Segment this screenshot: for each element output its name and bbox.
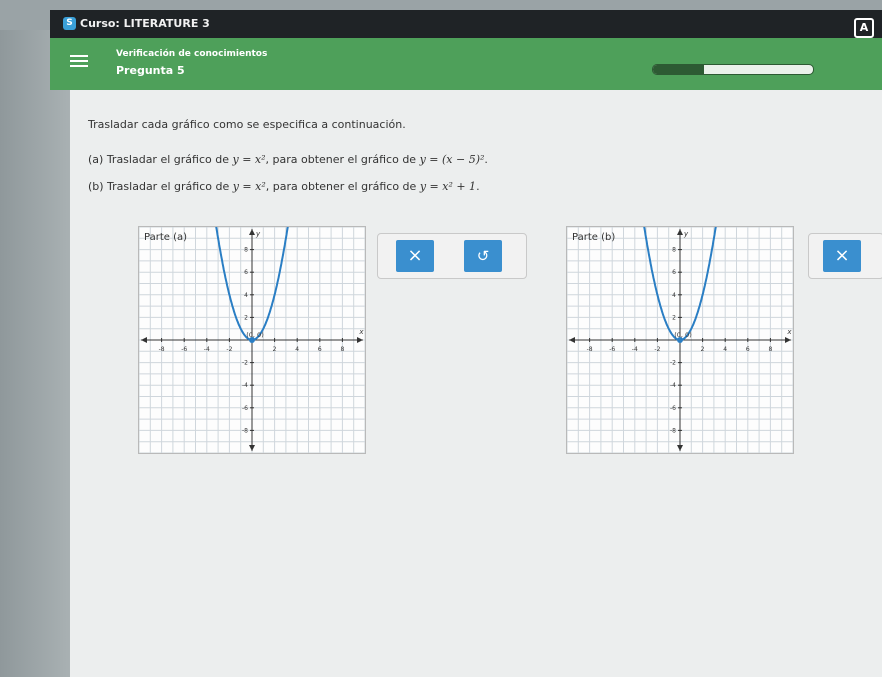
x-tick-label: 8 [340, 346, 344, 353]
instruction-b-mid: , para obtener el gráfico de [265, 180, 417, 193]
y-tick-label: -2 [670, 360, 676, 367]
graph-canvas-a[interactable]: x y -8 -6 -4 -2 2 4 6 8 8 6 4 2 -2 -4 -6 -8 (0, 0) [138, 224, 366, 454]
menu-icon[interactable] [70, 55, 88, 67]
y-tick-label: -6 [242, 405, 248, 412]
instructions-intro: Trasladar cada gráfico como se especific… [88, 118, 406, 131]
question-header: Verificación de conocimientos Pregunta 5 [50, 38, 882, 90]
undo-button[interactable]: ↺ [464, 240, 502, 272]
y-tick-label: 4 [244, 292, 248, 299]
y-axis-arrow-icon [249, 229, 255, 235]
x-tick-label: -6 [181, 346, 187, 353]
x-axis-label: x [786, 328, 792, 336]
window-title-bar: S Curso: LITERATURE 3 A [50, 10, 882, 38]
x-tick-label: -8 [159, 346, 165, 353]
x-tick-label: 8 [768, 346, 772, 353]
graph-label-b: Parte (b) [572, 232, 616, 243]
graph-panel-b[interactable]: Parte (b) x y -8 -6 -4 -2 2 4 6 8 8 6 4 2 -2 -4 -6 -8 (0, … [566, 224, 794, 454]
instruction-a: (a) Trasladar el gráfico de y = x², para… [88, 153, 488, 166]
graph-a-toolbox: × ↺ [377, 233, 527, 279]
graph-label-a: Parte (a) [144, 232, 188, 243]
instruction-a-f2: y = (x − 5)² [419, 153, 485, 166]
y-tick-label: -4 [242, 382, 248, 389]
y-axis-arrow-down-icon [677, 445, 683, 451]
y-tick-label: 6 [672, 269, 676, 276]
progress-fill [653, 65, 705, 74]
graph-canvas-b[interactable]: x y -8 -6 -4 -2 2 4 6 8 8 6 4 2 -2 -4 -6 -8 (0, 0) [566, 224, 794, 454]
instruction-b-prefix: (b) Trasladar el gráfico de [88, 180, 230, 193]
question-content: Trasladar cada gráfico como se especific… [70, 90, 882, 677]
y-tick-label: 8 [244, 247, 248, 254]
x-tick-label: 4 [723, 346, 727, 353]
y-axis-arrow-icon [677, 229, 683, 235]
x-axis-label: x [358, 328, 364, 336]
x-axis-arrow-left-icon [569, 337, 575, 343]
instruction-a-end: . [484, 153, 488, 166]
vertex-label: (0, 0) [246, 331, 263, 339]
instruction-b-f1: y = x² [232, 180, 266, 193]
section-subtitle: Verificación de conocimientos [116, 49, 268, 59]
x-tick-label: -2 [226, 346, 232, 353]
clear-button[interactable]: × [396, 240, 434, 272]
vertex-label: (0, 0) [674, 331, 691, 339]
clear-button-b[interactable]: × [823, 240, 861, 272]
x-tick-label: -8 [587, 346, 593, 353]
course-title: Curso: LITERATURE 3 [80, 17, 210, 30]
instruction-a-mid: , para obtener el gráfico de [265, 153, 417, 166]
y-tick-label: 8 [672, 247, 676, 254]
x-tick-label: 2 [273, 346, 277, 353]
x-tick-label: 4 [295, 346, 299, 353]
x-tick-label: -6 [609, 346, 615, 353]
y-tick-label: -2 [242, 360, 248, 367]
y-tick-label: -8 [242, 427, 248, 434]
progress-bar [652, 64, 814, 75]
instruction-b-f2: y = x² + 1 [419, 180, 477, 193]
x-tick-label: -2 [654, 346, 660, 353]
question-number: Pregunta 5 [116, 64, 185, 77]
x-tick-label: 2 [701, 346, 705, 353]
x-axis-arrow-left-icon [141, 337, 147, 343]
accessibility-badge-icon[interactable]: A [854, 18, 874, 38]
screen-bezel [0, 30, 70, 677]
y-tick-label: 6 [244, 269, 248, 276]
graph-panel-a[interactable]: Parte (a) x y -8 -6 -4 -2 2 4 6 8 8 6 4 2 -2 -4 -6 -8 (0, … [138, 224, 366, 454]
x-tick-label: 6 [746, 346, 750, 353]
instruction-b-end: . [476, 180, 480, 193]
y-tick-label: 2 [672, 314, 676, 321]
y-tick-label: -4 [670, 382, 676, 389]
x-axis-arrow-icon [357, 337, 363, 343]
x-tick-label: -4 [632, 346, 638, 353]
instruction-a-f1: y = x² [232, 153, 266, 166]
y-tick-label: 4 [672, 292, 676, 299]
y-axis-label: y [683, 230, 689, 238]
instruction-b: (b) Trasladar el gráfico de y = x², para… [88, 180, 480, 193]
y-axis-arrow-down-icon [249, 445, 255, 451]
x-tick-label: -4 [204, 346, 210, 353]
y-tick-label: -6 [670, 405, 676, 412]
y-tick-label: 2 [244, 314, 248, 321]
x-tick-label: 6 [318, 346, 322, 353]
graph-b-toolbox: × [808, 233, 882, 279]
y-tick-label: -8 [670, 427, 676, 434]
instruction-a-prefix: (a) Trasladar el gráfico de [88, 153, 229, 166]
y-axis-label: y [255, 230, 261, 238]
x-axis-arrow-icon [785, 337, 791, 343]
app-badge-icon: S [63, 17, 76, 30]
